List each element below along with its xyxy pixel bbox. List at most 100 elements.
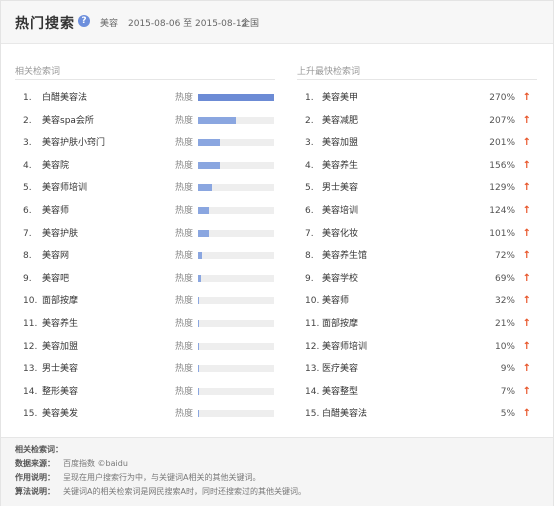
arrow-up-icon: ↑ [522,92,531,103]
heat-label: 热度 [175,93,194,103]
footer-algorithm: 算法说明： 关键词A的相关检索词是网民搜索A时，同时还搜索过的其他关键词。 [15,486,306,497]
keyword-link[interactable]: 美容美发 [42,404,78,424]
related-section-title: 相关检索词 [15,67,61,77]
related-row[interactable]: 15. 美容美发 热度 [23,404,277,424]
rising-row[interactable]: 7. 美容化妆 101% ↑ [305,224,531,244]
footer-notes: 相关检索词： 数据来源： 百度指数 ©baidu 作用说明： 呈现在用户搜索行为中，… [1,437,553,506]
keyword-link[interactable]: 面部按摩 [322,314,358,334]
keyword-link[interactable]: 美容加盟 [42,337,78,357]
arrow-up-icon: ↑ [522,318,531,329]
rise-percent: 124% [489,206,515,216]
keyword-link[interactable]: 美容学校 [322,269,358,289]
keyword-link[interactable]: 美容院 [42,156,69,176]
heat-bar [198,139,274,147]
rank: 15. [23,409,38,420]
keyword-link[interactable]: 美容师 [42,201,69,221]
region-label: 全国 [241,19,260,29]
keyword-link[interactable]: 美容减肥 [322,111,358,131]
keyword-link[interactable]: 美容养生 [42,314,78,334]
rise-percent: 69% [494,273,515,284]
source-text: 百度指数 ©baidu [63,459,128,468]
rising-row[interactable]: 11. 面部按摩 21% ↑ [305,314,531,334]
rising-row[interactable]: 12. 美容师培训 10% ↑ [305,337,531,357]
rank: 14. [23,386,38,397]
rank: 7. [23,228,32,239]
keyword-link[interactable]: 美容养生 [322,156,358,176]
keyword-link[interactable]: 美容养生馆 [322,246,367,266]
heat-label: 热度 [175,409,194,420]
related-row[interactable]: 10. 面部按摩 热度 [23,291,277,311]
purpose-text: 呈现在用户搜索行为中，与关键词A相关的其他关键词。 [63,473,261,482]
keyword-link[interactable]: 面部按摩 [42,291,78,311]
heat-bar-fill [198,274,201,282]
keyword-link[interactable]: 美容加盟 [322,133,358,153]
related-row[interactable]: 11. 美容养生 热度 [23,314,277,334]
keyword-link[interactable]: 白醋美容法 [42,88,87,108]
rising-row[interactable]: 4. 美容养生 156% ↑ [305,156,531,176]
heat-bar-fill [198,229,209,237]
rising-row[interactable]: 15. 白醋美容法 5% ↑ [305,404,531,424]
related-row[interactable]: 5. 美容师培训 热度 [23,178,277,198]
heat-bar [198,207,274,214]
keyword-link[interactable]: 美容护肤小窍门 [42,133,105,153]
panel-title: 热门搜索 [15,16,75,32]
heat-bar [198,365,274,373]
rising-row[interactable]: 6. 美容培训 124% ↑ [305,201,531,221]
heat-bar-fill [198,320,199,327]
rising-row[interactable]: 10. 美容师 32% ↑ [305,291,531,311]
keyword-link[interactable]: 医疗美容 [322,359,358,379]
keyword-link[interactable]: 美容培训 [322,201,358,221]
keyword-link[interactable]: 美容网 [42,246,69,266]
arrow-up-icon: ↑ [522,114,531,126]
related-row[interactable]: 4. 美容院 热度 [23,156,277,176]
rising-row[interactable]: 14. 美容整型 7% ↑ [305,382,531,402]
related-row[interactable]: 7. 美容护肤 热度 [23,224,277,244]
rising-row[interactable]: 1. 美容美甲 270% ↑ [305,88,531,108]
purpose-label: 作用说明： [15,473,55,482]
keyword-link[interactable]: 美容整型 [322,382,358,402]
heat-label: 热度 [175,160,194,171]
keyword-link[interactable]: 美容师 [322,291,349,311]
rising-row[interactable]: 9. 美容学校 69% ↑ [305,269,531,289]
related-row[interactable]: 9. 美容吧 热度 [23,269,277,289]
keyword-link[interactable]: 男士美容 [42,359,78,379]
related-row[interactable]: 8. 美容网 热度 [23,246,277,266]
heat-label: 热度 [175,273,194,284]
heat-label: 热度 [175,251,194,262]
related-row[interactable]: 14. 整形美容 热度 [23,382,277,402]
related-row[interactable]: 6. 美容师 热度 [23,201,277,221]
keyword-link[interactable]: 男士美容 [322,178,358,198]
rise-percent: 201% [489,138,515,149]
keyword-link[interactable]: 美容吧 [42,269,69,289]
keyword-link[interactable]: 美容美甲 [322,88,358,108]
rising-row[interactable]: 8. 美容养生馆 72% ↑ [305,246,531,266]
rank: 9. [23,273,32,284]
question-circle-icon[interactable]: ? [78,15,90,27]
keyword-link[interactable]: 整形美容 [42,382,78,402]
keyword-link[interactable]: 白醋美容法 [322,404,367,424]
related-row[interactable]: 1. 白醋美容法 热度 [23,88,277,108]
related-row[interactable]: 12. 美容加盟 热度 [23,337,277,357]
related-row[interactable]: 3. 美容护肤小窍门 热度 [23,133,277,153]
keyword-link[interactable]: 美容化妆 [322,224,358,244]
keyword-link[interactable]: 美容spa会所 [42,111,94,131]
related-row[interactable]: 13. 男士美容 热度 [23,359,277,379]
rising-row[interactable]: 5. 男士美容 129% ↑ [305,178,531,198]
keyword-link[interactable]: 美容护肤 [42,224,78,244]
arrow-up-icon: ↑ [522,340,531,352]
rising-row[interactable]: 13. 医疗美容 9% ↑ [305,359,531,379]
rise-percent: 7% [500,386,515,397]
rising-row[interactable]: 2. 美容减肥 207% ↑ [305,111,531,131]
keyword-link[interactable]: 美容师培训 [42,178,87,198]
related-row[interactable]: 2. 美容spa会所 热度 [23,111,277,131]
footer-heading: 相关检索词： [15,445,63,454]
heat-bar [198,229,274,237]
arrow-up-icon: ↑ [522,182,531,194]
rise-percent: 129% [489,183,515,194]
heat-label: 热度 [175,296,194,307]
keyword-link[interactable]: 美容师培训 [322,337,367,357]
date-range: 2015-08-06 至 2015-08-12 [128,19,248,29]
rising-row[interactable]: 3. 美容加盟 201% ↑ [305,133,531,153]
algo-label: 算法说明： [15,487,55,496]
related-divider [15,79,275,80]
